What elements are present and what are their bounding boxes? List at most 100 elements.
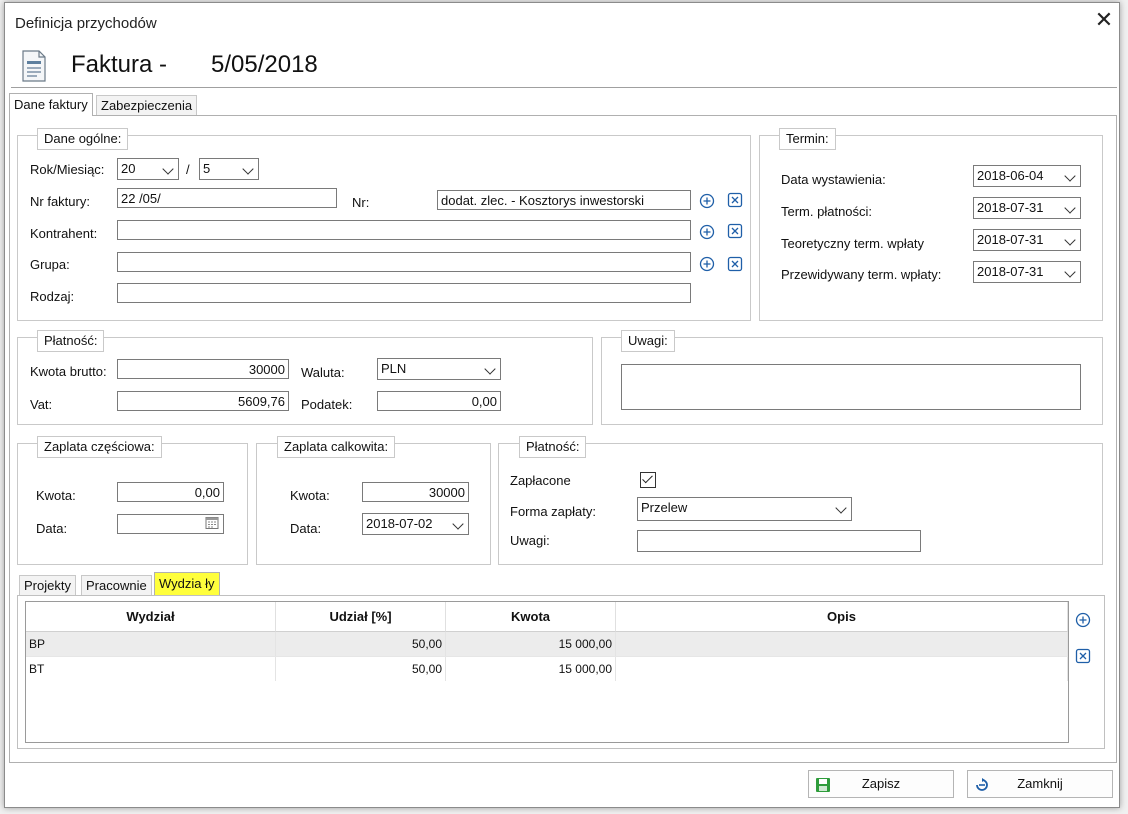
zaplata-calkowita-kwota-input[interactable]: 30000 [362, 482, 469, 502]
miesiac-select[interactable]: 5 [199, 158, 259, 180]
termin-legend: Termin: [779, 128, 836, 150]
przewidywany-label: Przewidywany term. wpłaty: [781, 267, 942, 282]
save-button-label: Zapisz [861, 776, 901, 791]
add-kontrahent-icon[interactable] [699, 224, 715, 240]
nr-faktury-label: Nr faktury: [30, 194, 90, 209]
add-grupa-icon[interactable] [699, 256, 715, 272]
chevron-down-icon [1064, 202, 1076, 214]
subtab-wydzialy[interactable]: Wydzia ły [154, 572, 220, 595]
zaplata-calkowita-legend: Zaplata calkowita: [277, 436, 396, 458]
cell-kwota: 15 000,00 [446, 657, 616, 681]
close-button[interactable]: Zamknij [967, 770, 1113, 798]
waluta-value: PLN [381, 361, 407, 376]
waluta-select[interactable]: PLN [377, 358, 501, 380]
zaplata-calkowita-kwota-label: Kwota: [290, 488, 330, 503]
tab-dane-faktury[interactable]: Dane faktury [9, 93, 93, 116]
kontrahent-input[interactable] [117, 220, 691, 240]
data-wystawienia-value: 2018-06-04 [977, 168, 1044, 183]
cell-wydzial: BP [26, 632, 276, 656]
vat-input[interactable]: 5609,76 [117, 391, 289, 411]
uwagi-legend: Uwagi: [621, 330, 675, 352]
column-header-opis[interactable]: Opis [616, 602, 1068, 632]
close-icon[interactable]: ✕ [1093, 9, 1115, 31]
chevron-down-icon [484, 363, 496, 375]
document-type: Faktura - [71, 51, 168, 78]
termin-group [759, 135, 1103, 321]
vat-label: Vat: [30, 397, 53, 412]
cell-opis [616, 657, 1068, 681]
miesiac-value: 5 [203, 161, 211, 176]
clear-nr-icon[interactable] [727, 192, 743, 208]
subtab-pracownie[interactable]: Pracownie [81, 575, 152, 596]
rodzaj-label: Rodzaj: [30, 289, 75, 304]
document-icon [19, 49, 49, 83]
platnosc2-uwagi-label: Uwagi: [510, 533, 550, 548]
clear-kontrahent-icon[interactable] [727, 223, 743, 239]
forma-zaplaty-select[interactable]: Przelew [637, 497, 852, 521]
forma-zaplaty-value: Przelew [641, 500, 688, 515]
rok-miesiac-label: Rok/Miesiąc: [30, 162, 105, 177]
close-button-label: Zamknij [1017, 776, 1063, 791]
zaplata-czesciowa-data-label: Data: [36, 521, 68, 536]
uwagi-textarea[interactable] [621, 364, 1081, 410]
grupa-label: Grupa: [30, 257, 70, 272]
zaplata-czesciowa-group [17, 443, 248, 565]
cell-kwota: 15 000,00 [446, 632, 616, 656]
cell-udzial: 50,00 [276, 632, 446, 656]
subtab-projekty[interactable]: Projekty [19, 575, 76, 596]
dane-ogolne-legend: Dane ogólne: [37, 128, 129, 150]
kontrahent-label: Kontrahent: [30, 226, 98, 241]
rodzaj-input[interactable] [117, 283, 691, 303]
zaplata-calkowita-data-label: Data: [290, 521, 322, 536]
podatek-label: Podatek: [301, 397, 353, 412]
nr-faktury-input[interactable]: 22 /05/ [117, 188, 337, 208]
podatek-input[interactable]: 0,00 [377, 391, 501, 411]
chevron-down-icon [1064, 266, 1076, 278]
zaplata-czesciowa-kwota-label: Kwota: [36, 488, 76, 503]
grupa-input[interactable] [117, 252, 691, 272]
teoretyczny-label: Teoretyczny term. wpłaty [781, 236, 925, 251]
column-header-wydzial[interactable]: Wydział [26, 602, 276, 632]
przewidywany-select[interactable]: 2018-07-31 [973, 261, 1081, 283]
teoretyczny-select[interactable]: 2018-07-31 [973, 229, 1081, 251]
zaplata-czesciowa-kwota-input[interactable]: 0,00 [117, 482, 224, 502]
cell-opis [616, 632, 1068, 656]
table-row[interactable]: BT 50,00 15 000,00 [26, 656, 1068, 681]
kwota-brutto-input[interactable]: 30000 [117, 359, 289, 379]
delete-row-icon[interactable] [1075, 648, 1091, 664]
nr-label: Nr: [352, 195, 370, 210]
waluta-label: Waluta: [301, 365, 345, 380]
term-platnosci-label: Term. płatności: [781, 204, 873, 219]
term-platnosci-select[interactable]: 2018-07-31 [973, 197, 1081, 219]
clear-grupa-icon[interactable] [727, 256, 743, 272]
platnosc2-uwagi-input[interactable] [637, 530, 921, 552]
data-wystawienia-label: Data wystawienia: [781, 172, 886, 187]
cell-wydzial: BT [26, 657, 276, 681]
tab-zabezpieczenia[interactable]: Zabezpieczenia [96, 95, 198, 116]
chevron-down-icon [1064, 170, 1076, 182]
chevron-down-icon [1064, 234, 1076, 246]
zaplata-czesciowa-legend: Zaplata częściowa: [37, 436, 162, 458]
rok-select[interactable]: 20 [117, 158, 179, 180]
chevron-down-icon [162, 163, 174, 175]
wydzialy-grid: Wydział Udział [%] Kwota Opis BP 50,00 1… [25, 601, 1069, 743]
calendar-icon[interactable] [205, 516, 219, 530]
zaplata-calkowita-group [256, 443, 491, 565]
column-header-kwota[interactable]: Kwota [446, 602, 616, 632]
zaplacone-label: Zapłacone [510, 473, 571, 488]
add-nr-icon[interactable] [699, 193, 715, 209]
column-header-udzial[interactable]: Udział [%] [276, 602, 446, 632]
zaplata-calkowita-data-select[interactable]: 2018-07-02 [362, 513, 469, 535]
zaplacone-checkbox[interactable] [640, 472, 656, 488]
forma-zaplaty-label: Forma zapłaty: [510, 504, 596, 519]
nr-input[interactable]: dodat. zlec. - Kosztorys inwestorski [437, 190, 691, 210]
save-button[interactable]: Zapisz [808, 770, 954, 798]
przewidywany-value: 2018-07-31 [977, 264, 1044, 279]
data-wystawienia-select[interactable]: 2018-06-04 [973, 165, 1081, 187]
rok-value: 20 [121, 161, 136, 176]
rok-miesiac-separator: / [186, 162, 190, 177]
chevron-down-icon [452, 518, 464, 530]
platnosc-legend: Płatność: [37, 330, 105, 352]
table-row[interactable]: BP 50,00 15 000,00 [26, 632, 1068, 656]
add-row-icon[interactable] [1075, 612, 1091, 628]
